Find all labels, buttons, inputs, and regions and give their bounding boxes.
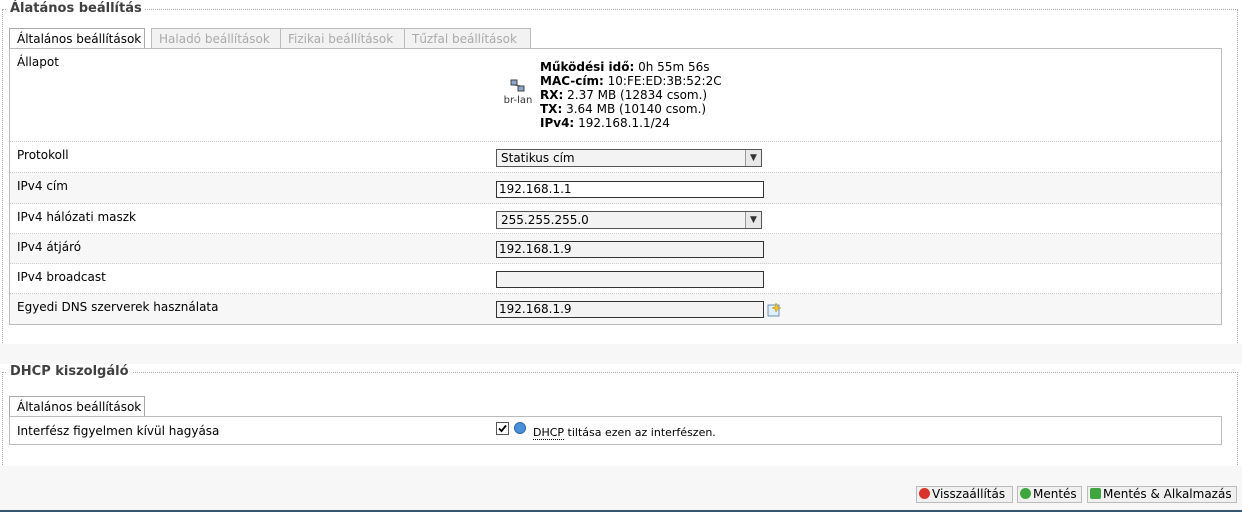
broadcast-input[interactable]	[496, 271, 764, 288]
general-settings-legend: Álatános beállítás	[7, 1, 145, 16]
save-button-label: Mentés	[1033, 487, 1077, 501]
ipv4-address-label: IPv4 cím	[17, 179, 68, 193]
reset-button-label: Visszaállítás	[932, 487, 1006, 501]
save-apply-button[interactable]: Mentés & Alkalmazás	[1087, 486, 1237, 503]
broadcast-label: IPv4 broadcast	[17, 270, 106, 284]
status-details: Működési idő: 0h 55m 56s MAC-cím: 10:FE:…	[540, 60, 722, 130]
protocol-row: Protokoll Statikus cím ▼	[10, 142, 1221, 173]
dns-label: Egyedi DNS szerverek használata	[17, 300, 219, 314]
ignore-interface-help-text: tiltása ezen az interfészen.	[564, 426, 716, 439]
chevron-down-icon: ▼	[745, 212, 761, 228]
rx-label: RX:	[540, 88, 564, 102]
general-panel: Állapot br-lan Működési idő: 0h 55m 56s …	[9, 48, 1222, 325]
reset-icon	[919, 488, 930, 499]
netmask-selected-value: 255.255.255.0	[501, 213, 589, 227]
uptime-value: 0h 55m 56s	[638, 60, 710, 74]
tx-label: TX:	[540, 102, 563, 116]
ignore-interface-label: Interfész figyelmen kívül hagyása	[17, 424, 220, 438]
section-gap	[0, 344, 1242, 364]
chevron-down-icon: ▼	[745, 150, 761, 166]
interface-device-name: br-lan	[503, 95, 533, 106]
save-icon	[1020, 488, 1031, 499]
tab-dhcp-general[interactable]: Általános beállítások	[9, 396, 145, 417]
netmask-label: IPv4 hálózati maszk	[17, 210, 137, 224]
add-entry-icon[interactable]	[767, 302, 782, 317]
gateway-label: IPv4 átjáró	[17, 240, 82, 254]
mac-label: MAC-cím:	[540, 74, 604, 88]
broadcast-row: IPv4 broadcast	[10, 264, 1221, 294]
ipv4-address-input[interactable]: 192.168.1.1	[496, 181, 764, 198]
reset-button[interactable]: Visszaállítás	[916, 486, 1013, 503]
ipv4-address-row: IPv4 cím 192.168.1.1	[10, 173, 1221, 204]
dhcp-abbr: DHCP	[533, 426, 565, 440]
dns-row: Egyedi DNS szerverek használata 192.168.…	[10, 294, 1221, 324]
dns-input[interactable]: 192.168.1.9	[496, 301, 764, 318]
status-row: Állapot br-lan Működési idő: 0h 55m 56s …	[10, 49, 1221, 142]
dhcp-tabs: Általános beállítások	[9, 396, 149, 417]
protocol-label: Protokoll	[17, 148, 69, 162]
tx-value: 3.64 MB (10140 csom.)	[566, 102, 707, 116]
network-icon	[510, 79, 526, 93]
save-button[interactable]: Mentés	[1017, 486, 1082, 503]
dhcp-panel: Interfész figyelmen kívül hagyása DHCP t…	[9, 416, 1222, 445]
save-apply-button-label: Mentés & Alkalmazás	[1103, 487, 1232, 501]
rx-value: 2.37 MB (12834 csom.)	[567, 88, 708, 102]
tab-general[interactable]: Általános beállítások	[9, 28, 145, 49]
interface-badge: br-lan	[502, 79, 534, 106]
ignore-interface-help: DHCP tiltása ezen az interfészen.	[533, 426, 716, 440]
ipv4-status-label: IPv4:	[540, 116, 575, 130]
protocol-selected-value: Statikus cím	[501, 151, 575, 165]
netmask-row: IPv4 hálózati maszk 255.255.255.0 ▼	[10, 204, 1221, 234]
general-tabs: Általános beállítások Haladó beállítások…	[9, 28, 531, 49]
mac-value: 10:FE:ED:3B:52:2C	[607, 74, 722, 88]
protocol-select[interactable]: Statikus cím ▼	[496, 149, 762, 167]
gateway-row: IPv4 átjáró 192.168.1.9	[10, 234, 1221, 264]
tab-physical[interactable]: Fizikai beállítások	[280, 28, 406, 48]
gateway-input[interactable]: 192.168.1.9	[496, 241, 764, 258]
tab-advanced[interactable]: Haladó beállítások	[151, 28, 282, 48]
help-icon	[514, 422, 526, 434]
status-label: Állapot	[17, 55, 59, 69]
ignore-interface-checkbox[interactable]	[496, 422, 509, 435]
dhcp-legend: DHCP kiszolgáló	[7, 364, 132, 379]
tab-firewall[interactable]: Tűzfal beállítások	[404, 28, 531, 48]
netmask-select[interactable]: 255.255.255.0 ▼	[496, 211, 762, 229]
apply-icon	[1090, 488, 1101, 499]
ipv4-status-value: 192.168.1.1/24	[578, 116, 670, 130]
uptime-label: Működési idő:	[540, 60, 635, 74]
